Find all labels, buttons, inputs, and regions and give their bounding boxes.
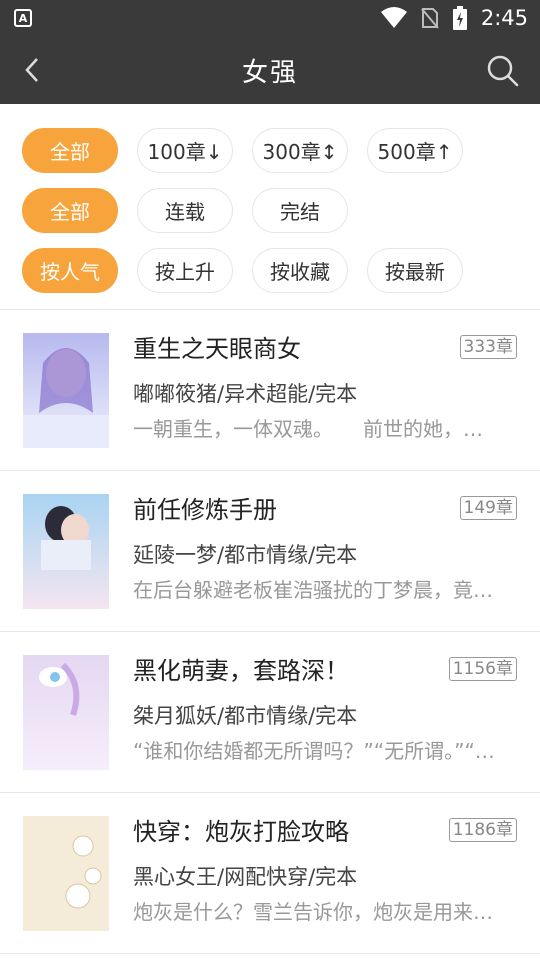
chip-sort-rising[interactable]: 按上升 [137, 248, 233, 293]
book-cover [23, 333, 109, 448]
book-title: 快穿：炮灰打脸攻略 [133, 818, 349, 846]
wifi-icon [380, 7, 407, 28]
book-description: 一朝重生，一体双魂。 前世的她，… [133, 417, 483, 441]
search-button[interactable] [486, 54, 520, 88]
chip-status-finished[interactable]: 完结 [252, 188, 348, 233]
book-item[interactable]: 前任修炼手册 149章 延陵一梦/都市情缘/完本 在后台躲避老板崔浩骚扰的丁梦晨… [0, 471, 540, 632]
chapter-count-badge: 1156章 [448, 657, 517, 681]
chip-chapter-100[interactable]: 100章↓ [137, 128, 233, 173]
chip-chapter-500[interactable]: 500章↑ [367, 128, 463, 173]
book-title: 前任修炼手册 [133, 496, 277, 524]
chip-sort-newest[interactable]: 按最新 [367, 248, 463, 293]
sort-filter-row: 按人气 按上升 按收藏 按最新 [22, 248, 540, 293]
chapter-filter-row: 全部 100章↓ 300章↕ 500章↑ [22, 128, 540, 173]
app-header: 女强 [0, 36, 540, 104]
status-bar: A 2:45 [0, 0, 540, 36]
chevron-left-icon [25, 58, 38, 82]
clock: 2:45 [480, 6, 528, 30]
book-description: “谁和你结婚都无所谓吗？”“无所谓。”“… [133, 739, 495, 763]
battery-icon [452, 6, 467, 30]
book-meta: 嘟嘟筱猪/异术超能/完本 [133, 382, 358, 406]
book-cover [23, 816, 109, 931]
book-description: 炮灰是什么？雪兰告诉你，炮灰是用来… [133, 900, 493, 924]
book-list: 重生之天眼商女 333章 嘟嘟筱猪/异术超能/完本 一朝重生，一体双魂。 前世的… [0, 310, 540, 954]
book-item[interactable]: 快穿：炮灰打脸攻略 1186章 黑心女王/网配快穿/完本 炮灰是什么？雪兰告诉你… [0, 793, 540, 954]
app-notification-icon: A [14, 9, 32, 27]
book-title: 黑化萌妻，套路深！ [133, 657, 349, 685]
chip-sort-favorites[interactable]: 按收藏 [252, 248, 348, 293]
filter-panel: 全部 100章↓ 300章↕ 500章↑ 全部 连载 完结 按人气 按上升 按收… [0, 104, 540, 310]
chip-chapter-all[interactable]: 全部 [22, 128, 118, 173]
chapter-count-badge: 333章 [459, 335, 517, 359]
book-item[interactable]: 重生之天眼商女 333章 嘟嘟筱猪/异术超能/完本 一朝重生，一体双魂。 前世的… [0, 310, 540, 471]
status-filter-row: 全部 连载 完结 [22, 188, 540, 233]
book-description: 在后台躲避老板崔浩骚扰的丁梦晨，竟… [133, 578, 493, 602]
book-item[interactable]: 黑化萌妻，套路深！ 1156章 桀月狐妖/都市情缘/完本 “谁和你结婚都无所谓吗… [0, 632, 540, 793]
chapter-count-badge: 1186章 [448, 818, 517, 842]
chip-status-all[interactable]: 全部 [22, 188, 118, 233]
search-icon [487, 55, 519, 87]
book-cover [23, 655, 109, 770]
chapter-count-badge: 149章 [459, 496, 517, 520]
book-meta: 延陵一梦/都市情缘/完本 [133, 543, 358, 567]
chip-status-ongoing[interactable]: 连载 [137, 188, 233, 233]
book-meta: 黑心女王/网配快穿/完本 [133, 865, 358, 889]
page-title: 女强 [241, 57, 298, 88]
no-sim-icon [421, 8, 439, 29]
book-cover [23, 494, 109, 609]
chip-chapter-300[interactable]: 300章↕ [252, 128, 348, 173]
book-meta: 桀月狐妖/都市情缘/完本 [133, 704, 358, 728]
book-title: 重生之天眼商女 [133, 335, 301, 363]
chip-sort-popular[interactable]: 按人气 [22, 248, 118, 293]
back-button[interactable] [16, 54, 48, 86]
